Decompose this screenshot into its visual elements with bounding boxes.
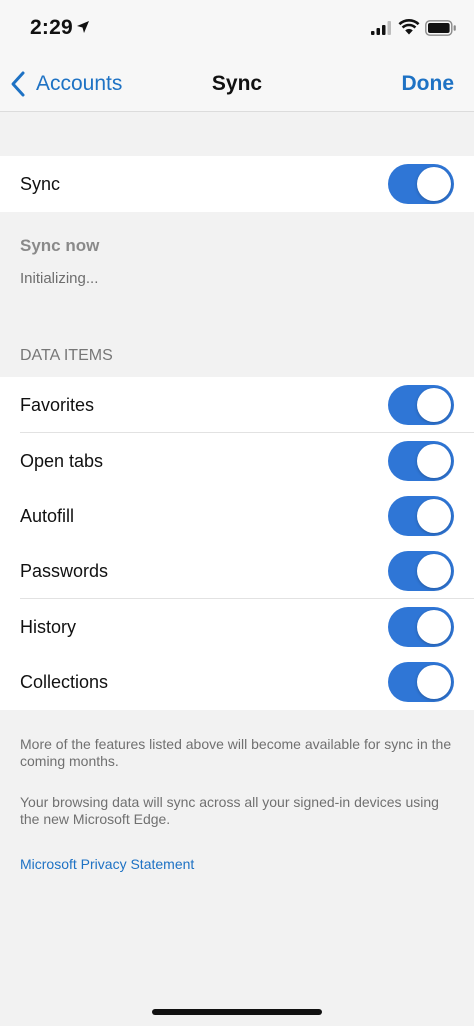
- toggle-knob: [417, 499, 451, 533]
- data-item-label: Open tabs: [20, 451, 104, 471]
- data-item-label: Collections: [20, 672, 109, 692]
- privacy-statement-link[interactable]: Microsoft Privacy Statement: [20, 856, 194, 872]
- toggle-knob: [417, 167, 451, 201]
- location-arrow-icon: [77, 21, 89, 33]
- data-item-label: History: [20, 617, 77, 637]
- history-toggle[interactable]: [388, 607, 454, 647]
- done-button[interactable]: Done: [402, 56, 455, 112]
- sync-now-button[interactable]: Sync now: [20, 236, 99, 256]
- section-header-data-items: DATA ITEMS: [20, 347, 113, 364]
- favorites-toggle[interactable]: [388, 385, 454, 425]
- data-item-open-tabs: Open tabs: [0, 433, 474, 489]
- battery-icon: [425, 20, 456, 36]
- sync-label: Sync: [20, 174, 61, 194]
- data-item-favorites: Favorites: [0, 377, 474, 433]
- passwords-toggle[interactable]: [388, 551, 454, 591]
- devices-note: Your browsing data will sync across all …: [20, 794, 439, 827]
- data-item-history: History: [0, 599, 474, 655]
- wifi-icon: [398, 19, 420, 35]
- home-indicator[interactable]: [152, 1009, 322, 1015]
- autofill-toggle[interactable]: [388, 496, 454, 536]
- data-item-label: Autofill: [20, 506, 75, 526]
- data-item-label: Favorites: [20, 395, 95, 415]
- sync-status-text: Initializing...: [20, 270, 99, 287]
- toggle-knob: [417, 444, 451, 478]
- status-bar: 2:29: [0, 0, 474, 56]
- sync-toggle[interactable]: [388, 164, 454, 204]
- cellular-signal-icon: [371, 21, 391, 35]
- back-button[interactable]: Accounts: [8, 56, 122, 112]
- navigation-bar: Sync Accounts Done: [0, 56, 474, 112]
- back-label: Accounts: [36, 72, 123, 95]
- availability-note: More of the features listed above will b…: [20, 736, 452, 769]
- sync-settings-screen: 2:29 Sync Accounts Done Sync Sync now In…: [0, 0, 474, 1026]
- open-tabs-toggle[interactable]: [388, 441, 454, 481]
- toggle-knob: [417, 554, 451, 588]
- toggle-knob: [417, 665, 451, 699]
- collections-toggle[interactable]: [388, 662, 454, 702]
- status-time: 2:29: [30, 16, 73, 39]
- data-item-passwords: Passwords: [0, 543, 474, 599]
- sync-row: Sync: [0, 156, 474, 212]
- data-item-autofill: Autofill: [0, 488, 474, 544]
- toggle-knob: [417, 388, 451, 422]
- data-item-collections: Collections: [0, 654, 474, 710]
- toggle-knob: [417, 610, 451, 644]
- data-item-label: Passwords: [20, 561, 109, 581]
- chevron-left-icon: [11, 71, 25, 97]
